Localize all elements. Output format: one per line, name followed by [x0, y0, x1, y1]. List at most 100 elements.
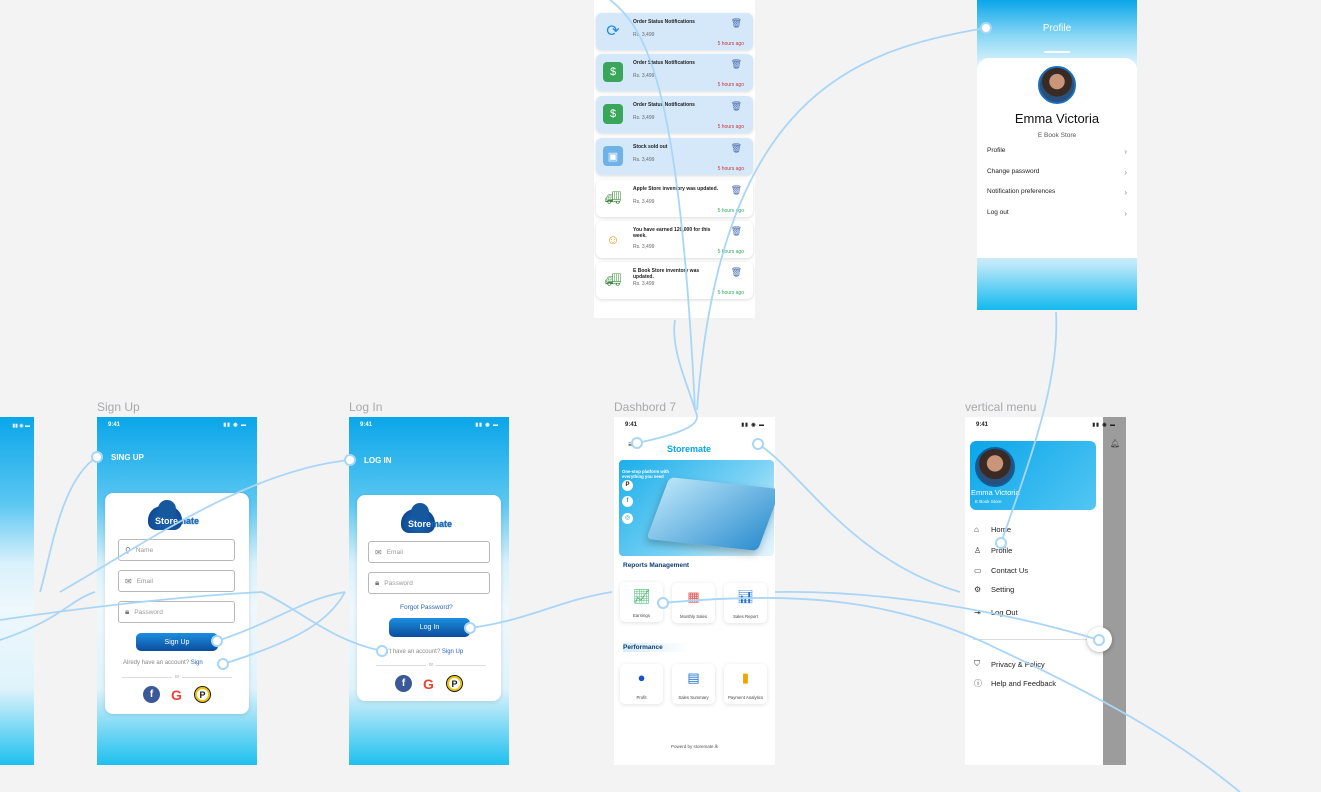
- calendar-icon: ▦: [687, 589, 700, 604]
- home-icon: ⌂: [974, 525, 979, 534]
- notification-item[interactable]: ☺ You have earned 120,000 for this week.…: [596, 221, 753, 258]
- truck-icon: 🚚︎: [603, 188, 623, 208]
- analytics-icon: ▮: [741, 670, 750, 685]
- email-field[interactable]: ✉ Email: [118, 570, 235, 592]
- vmenu-setting[interactable]: ⚙ Setting: [974, 585, 1014, 594]
- growth-chart-icon: 📈︎: [632, 588, 651, 604]
- notification-item[interactable]: 🚚︎ E Book Store inventory was updated. R…: [596, 262, 753, 299]
- gear-icon: ⚙: [974, 585, 982, 594]
- logout-icon: ⇥: [974, 608, 981, 617]
- notification-item[interactable]: ⟳ Order Status Notifications Rs. 3,499 5…: [596, 13, 753, 50]
- box-icon: ▣: [603, 146, 623, 166]
- frame-label-dashboard: Dashbord 7: [614, 400, 677, 414]
- monthly-sales-tile[interactable]: ▦ Monthly Sales: [672, 583, 715, 623]
- collapse-toggle-button[interactable]: –: [1087, 627, 1112, 652]
- trash-icon[interactable]: 🗑︎: [731, 59, 742, 70]
- trash-icon[interactable]: 🗑︎: [731, 226, 742, 237]
- profit-icon: ●: [637, 670, 646, 685]
- sales-summary-tile[interactable]: ▤ Sales Summary: [672, 664, 715, 704]
- chevron-right-icon: ›: [1124, 147, 1127, 156]
- vmenu-help[interactable]: ⓘ Help and Feedback: [974, 678, 1056, 689]
- signup-link[interactable]: Sign Up: [442, 649, 463, 655]
- trash-icon[interactable]: 🗑︎: [731, 267, 742, 278]
- chevron-right-icon: ›: [1124, 168, 1127, 177]
- storemate-logo: Storemate: [395, 503, 465, 537]
- earnings-tile[interactable]: 📈︎ Earnings: [620, 582, 663, 622]
- facebook-icon[interactable]: f: [622, 496, 633, 507]
- chevron-right-icon: ›: [1124, 188, 1127, 197]
- signin-link[interactable]: Sign: [191, 660, 203, 666]
- background-preview: [1103, 417, 1126, 765]
- drawer-divider: [973, 639, 1097, 640]
- notification-item[interactable]: ▣ Stock sold out Rs. 3,499 5 hours ago 🗑…: [596, 138, 753, 175]
- payhere-icon[interactable]: P: [622, 480, 633, 491]
- name-field[interactable]: ⚲ Name: [118, 539, 235, 561]
- frame-label-vertical-menu: vertical menu: [965, 400, 1037, 414]
- tablet-illustration: [646, 477, 775, 551]
- password-field[interactable]: 🔒︎ Password: [368, 572, 490, 594]
- flow-line: [673, 319, 696, 411]
- trash-icon[interactable]: 🗑︎: [731, 18, 742, 29]
- trash-icon[interactable]: 🗑︎: [731, 101, 742, 112]
- lock-icon: 🔒︎: [125, 607, 130, 616]
- signup-button[interactable]: Sign Up: [136, 633, 218, 651]
- payment-analytics-tile[interactable]: ▮ Payment Analytics: [724, 664, 767, 704]
- mail-icon: ✉: [125, 576, 132, 586]
- notification-item[interactable]: $ Order Status Notifications Rs. 3,499 5…: [596, 96, 753, 133]
- password-field[interactable]: 🔒︎ Password: [118, 601, 235, 623]
- sales-report-tile[interactable]: 📊︎ Sales Report: [724, 583, 767, 623]
- menu-icon[interactable]: ≡: [628, 440, 633, 449]
- web-icon[interactable]: ◎: [622, 513, 633, 524]
- bell-icon: 🔔︎: [1110, 439, 1121, 448]
- login-button[interactable]: Log In: [389, 618, 470, 637]
- truck-icon: 🚚︎: [603, 270, 623, 290]
- forgot-password-link[interactable]: Forgot Password?: [400, 604, 453, 611]
- partial-phone-frame: ▮▮ ◉ ▬: [0, 417, 34, 765]
- status-bar: 9:41 ▮▮ ◉ ▬: [108, 422, 247, 428]
- facebook-button[interactable]: f: [143, 686, 160, 703]
- login-header: LOG IN: [364, 456, 392, 465]
- shield-icon: ⛉: [974, 659, 980, 668]
- frame-label-login: Log In: [349, 400, 383, 414]
- profile-name: Emma Victoria: [1014, 111, 1100, 126]
- notification-item[interactable]: 🚚︎ Apple Store inventory was updated. Rs…: [596, 180, 753, 217]
- google-button[interactable]: G: [420, 675, 437, 692]
- or-divider: or: [122, 674, 232, 680]
- profile-menu-profile[interactable]: Profile ›: [987, 147, 1127, 156]
- facebook-button[interactable]: f: [395, 675, 412, 692]
- vmenu-privacy[interactable]: ⛉ Privacy & Policy: [974, 659, 1045, 669]
- flow-line: [39, 456, 98, 593]
- signup-header: SING UP: [111, 453, 144, 462]
- trash-icon[interactable]: 🗑︎: [731, 185, 742, 196]
- profile-menu-change-password[interactable]: Change password ›: [987, 168, 1127, 177]
- vmenu-contact[interactable]: ▭ Contact Us: [974, 566, 1028, 575]
- signup-screen: 9:41 ▮▮ ◉ ▬ SING UP Storemate ⚲ Name ✉ Emai…: [97, 417, 257, 765]
- drawer-name: Emma Victoria: [971, 488, 1020, 497]
- chevron-right-icon: ›: [1124, 209, 1127, 218]
- user-icon: ⚲: [125, 545, 131, 555]
- profit-tile[interactable]: ● Profit: [620, 664, 663, 704]
- profile-menu-logout[interactable]: Log out ›: [987, 209, 1127, 218]
- mail-icon: ✉: [375, 547, 382, 557]
- profile-menu-notification-preferences[interactable]: Notification preferences ›: [987, 188, 1127, 197]
- vmenu-profile[interactable]: ♙ Profile: [974, 546, 1012, 555]
- no-account-text: n't have an account? Sign Up: [385, 649, 464, 655]
- title-underline: [1044, 51, 1070, 53]
- status-bar: 9:41 ▮▮ ◉ ▬: [976, 422, 1116, 428]
- flow-line: [757, 443, 961, 593]
- chat-icon: ▭: [974, 566, 982, 575]
- notification-item[interactable]: $ Order Status Notifications Rs. 3,499 5…: [596, 54, 753, 91]
- refresh-icon: ⟳: [603, 21, 623, 41]
- google-button[interactable]: G: [168, 686, 185, 703]
- email-field[interactable]: ✉ Email: [368, 541, 490, 563]
- vmenu-home[interactable]: ⌂ Home: [974, 525, 1011, 534]
- trash-icon[interactable]: 🗑︎: [731, 143, 742, 154]
- frame-label-signup: Sign Up: [97, 400, 140, 414]
- notification-bell-icon[interactable]: ⌂: [754, 439, 759, 448]
- user-icon: ♙: [974, 546, 982, 555]
- vmenu-logout[interactable]: ⇥ Log Out: [974, 608, 1018, 617]
- payhere-button[interactable]: P: [194, 686, 211, 703]
- payhere-button[interactable]: P: [446, 675, 463, 692]
- money-bag-icon: $: [603, 104, 623, 124]
- avatar: [975, 447, 1015, 487]
